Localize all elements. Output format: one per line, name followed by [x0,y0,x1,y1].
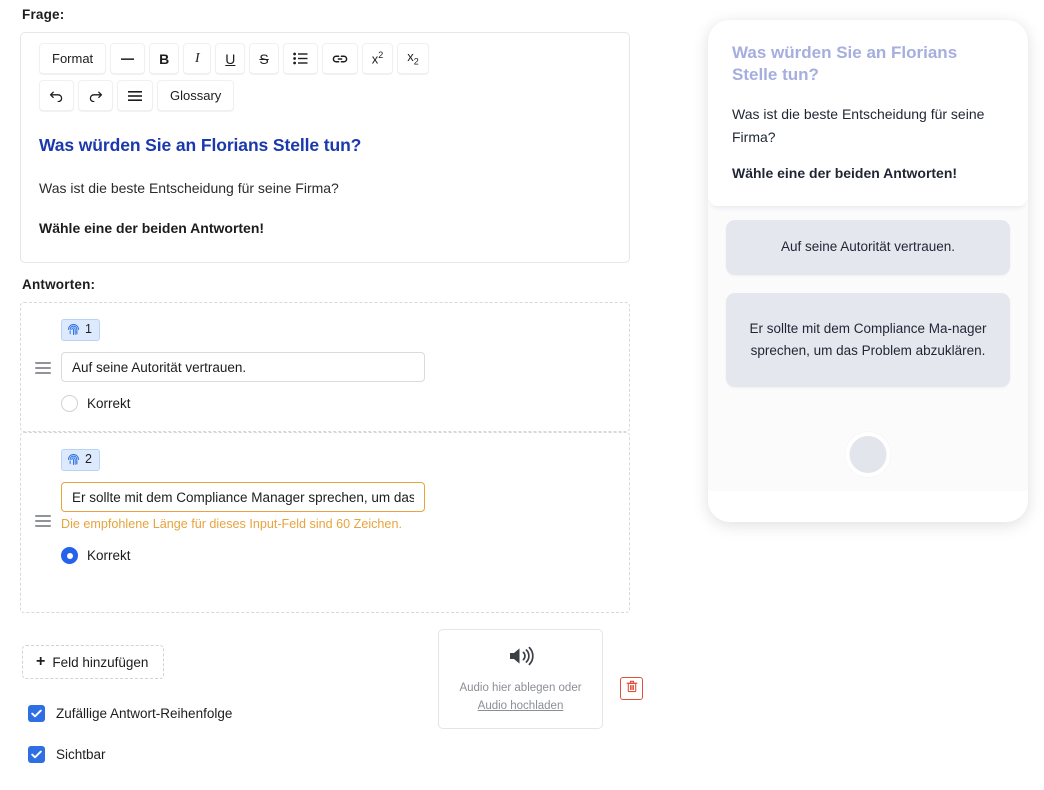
link-button[interactable] [321,43,358,74]
underline-button[interactable]: U [215,43,246,74]
italic-button[interactable]: I [183,43,212,74]
undo-button[interactable] [39,80,74,111]
format-button[interactable]: Format [39,43,107,74]
answer-correct-label-2: Korrekt [87,548,131,564]
preview-title: Was würden Sie an Florians Stelle tun? [732,43,958,85]
answer-correct-radio-1[interactable] [61,395,78,413]
answer-length-warning-2: Die empfohlene Länge für dieses Input-Fe… [61,517,402,532]
answer-block-2: 2 Die empfohlene Länge für dieses Input-… [20,432,630,613]
checkbox-row-visible[interactable]: Sichtbar [28,746,632,763]
answer-badge-number-1: 1 [85,322,92,336]
editor-column: Frage: Format B I U S x2 x2 Glossary Was… [20,0,643,763]
align-button[interactable] [117,80,153,111]
home-button[interactable] [845,432,891,478]
redo-icon [88,89,103,102]
underline-button-label: U [225,50,236,67]
bold-button[interactable]: B [149,43,180,74]
answers-list: 1 Korrekt [20,302,643,729]
answer-text-input-1[interactable] [61,352,425,383]
fingerprint-icon [67,323,80,336]
strikethrough-button[interactable]: S [249,43,279,74]
answer-badge-1[interactable]: 1 [61,319,100,341]
check-icon [31,709,42,718]
answer-drag-handle-1[interactable] [35,352,61,377]
format-button-label: Format [52,51,94,66]
editor-content-area[interactable]: Was würden Sie an Florians Stelle tun? W… [21,115,629,262]
speaker-icon [506,644,536,673]
answer-badge-2[interactable]: 2 [61,449,100,471]
preview-footer-bar [708,492,1028,522]
visible-label: Sichtbar [56,747,106,762]
editor-heading: Was würden Sie an Florians Stelle tun? [39,135,362,155]
strikethrough-button-label: S [259,50,269,67]
answer-correct-label-1: Korrekt [87,396,131,412]
fingerprint-icon [67,453,80,466]
editor-toolbar-row-2: Glossary [21,80,629,115]
minus-icon [120,54,135,64]
preview-answers-area: Auf seine Autorität vertrauen. Er sollte… [708,206,1028,492]
bullet-list-button[interactable] [282,43,318,74]
mobile-preview: Was würden Sie an Florians Stelle tun? W… [708,20,1028,522]
answer-drag-handle-2[interactable] [35,487,61,530]
audio-dropzone-1[interactable]: Audio hier ablegen oder Audio hochladen [438,629,603,729]
subscript-button-label: x2 [407,49,419,67]
random-order-label: Zufällige Antwort-Reihenfolge [56,706,233,721]
app-root: Frage: Format B I U S x2 x2 Glossary Was… [0,0,1044,790]
bold-button-label: B [159,50,170,67]
trash-icon [625,680,638,698]
redo-button[interactable] [78,80,113,111]
random-order-checkbox[interactable] [28,705,45,722]
preview-paragraph: Was ist die beste Entscheidung für seine… [732,106,985,146]
undo-icon [49,89,64,102]
question-field-label: Frage: [22,7,65,22]
audio-upload-link-1[interactable]: Audio hochladen [478,700,564,712]
preview-bold-line: Wähle eine der beiden Antworten! [732,165,958,182]
list-icon [292,52,308,65]
preview-answer-card-1[interactable]: Auf seine Autorität vertrauen. [726,220,1010,275]
horizontal-rule-button[interactable] [110,43,146,74]
answer-correct-row-1[interactable]: Korrekt [61,395,435,413]
editor-bold-line: Wähle eine der beiden Antworten! [39,220,265,236]
subscript-button[interactable]: x2 [397,43,429,74]
superscript-button-label: x2 [371,50,384,67]
answer-correct-row-2[interactable]: Korrekt [61,547,435,565]
delete-answer-button-1[interactable] [620,677,643,700]
audio-drop-text-1: Audio hier ablegen oder [459,682,582,694]
preview-answer-card-2[interactable]: Er sollte mit dem Compliance Ma-nager sp… [726,292,1010,388]
glossary-button-label: Glossary [170,88,222,103]
superscript-button[interactable]: x2 [361,43,394,74]
glossary-button[interactable]: Glossary [157,80,235,111]
preview-question-card: Was würden Sie an Florians Stelle tun? W… [708,20,1028,207]
answer-badge-number-2: 2 [85,452,92,466]
add-field-button[interactable]: + Feld hinzufügen [22,645,165,679]
answer-correct-radio-2[interactable] [61,547,78,565]
answer-text-input-2[interactable] [61,482,425,513]
add-field-label: Feld hinzufügen [52,654,149,670]
italic-button-label: I [194,50,200,66]
plus-icon: + [36,653,46,670]
rich-text-editor[interactable]: Format B I U S x2 x2 Glossary Was würden… [20,32,630,263]
align-left-icon [127,90,143,102]
answer-block-1: 1 Korrekt [20,302,643,729]
visible-checkbox[interactable] [28,746,45,763]
answers-field-label: Antworten: [22,277,96,292]
editor-paragraph: Was ist die beste Entscheidung für seine… [39,180,339,196]
link-icon [332,53,348,65]
editor-toolbar-row-1: Format B I U S x2 x2 [21,43,629,74]
check-icon [31,750,42,759]
